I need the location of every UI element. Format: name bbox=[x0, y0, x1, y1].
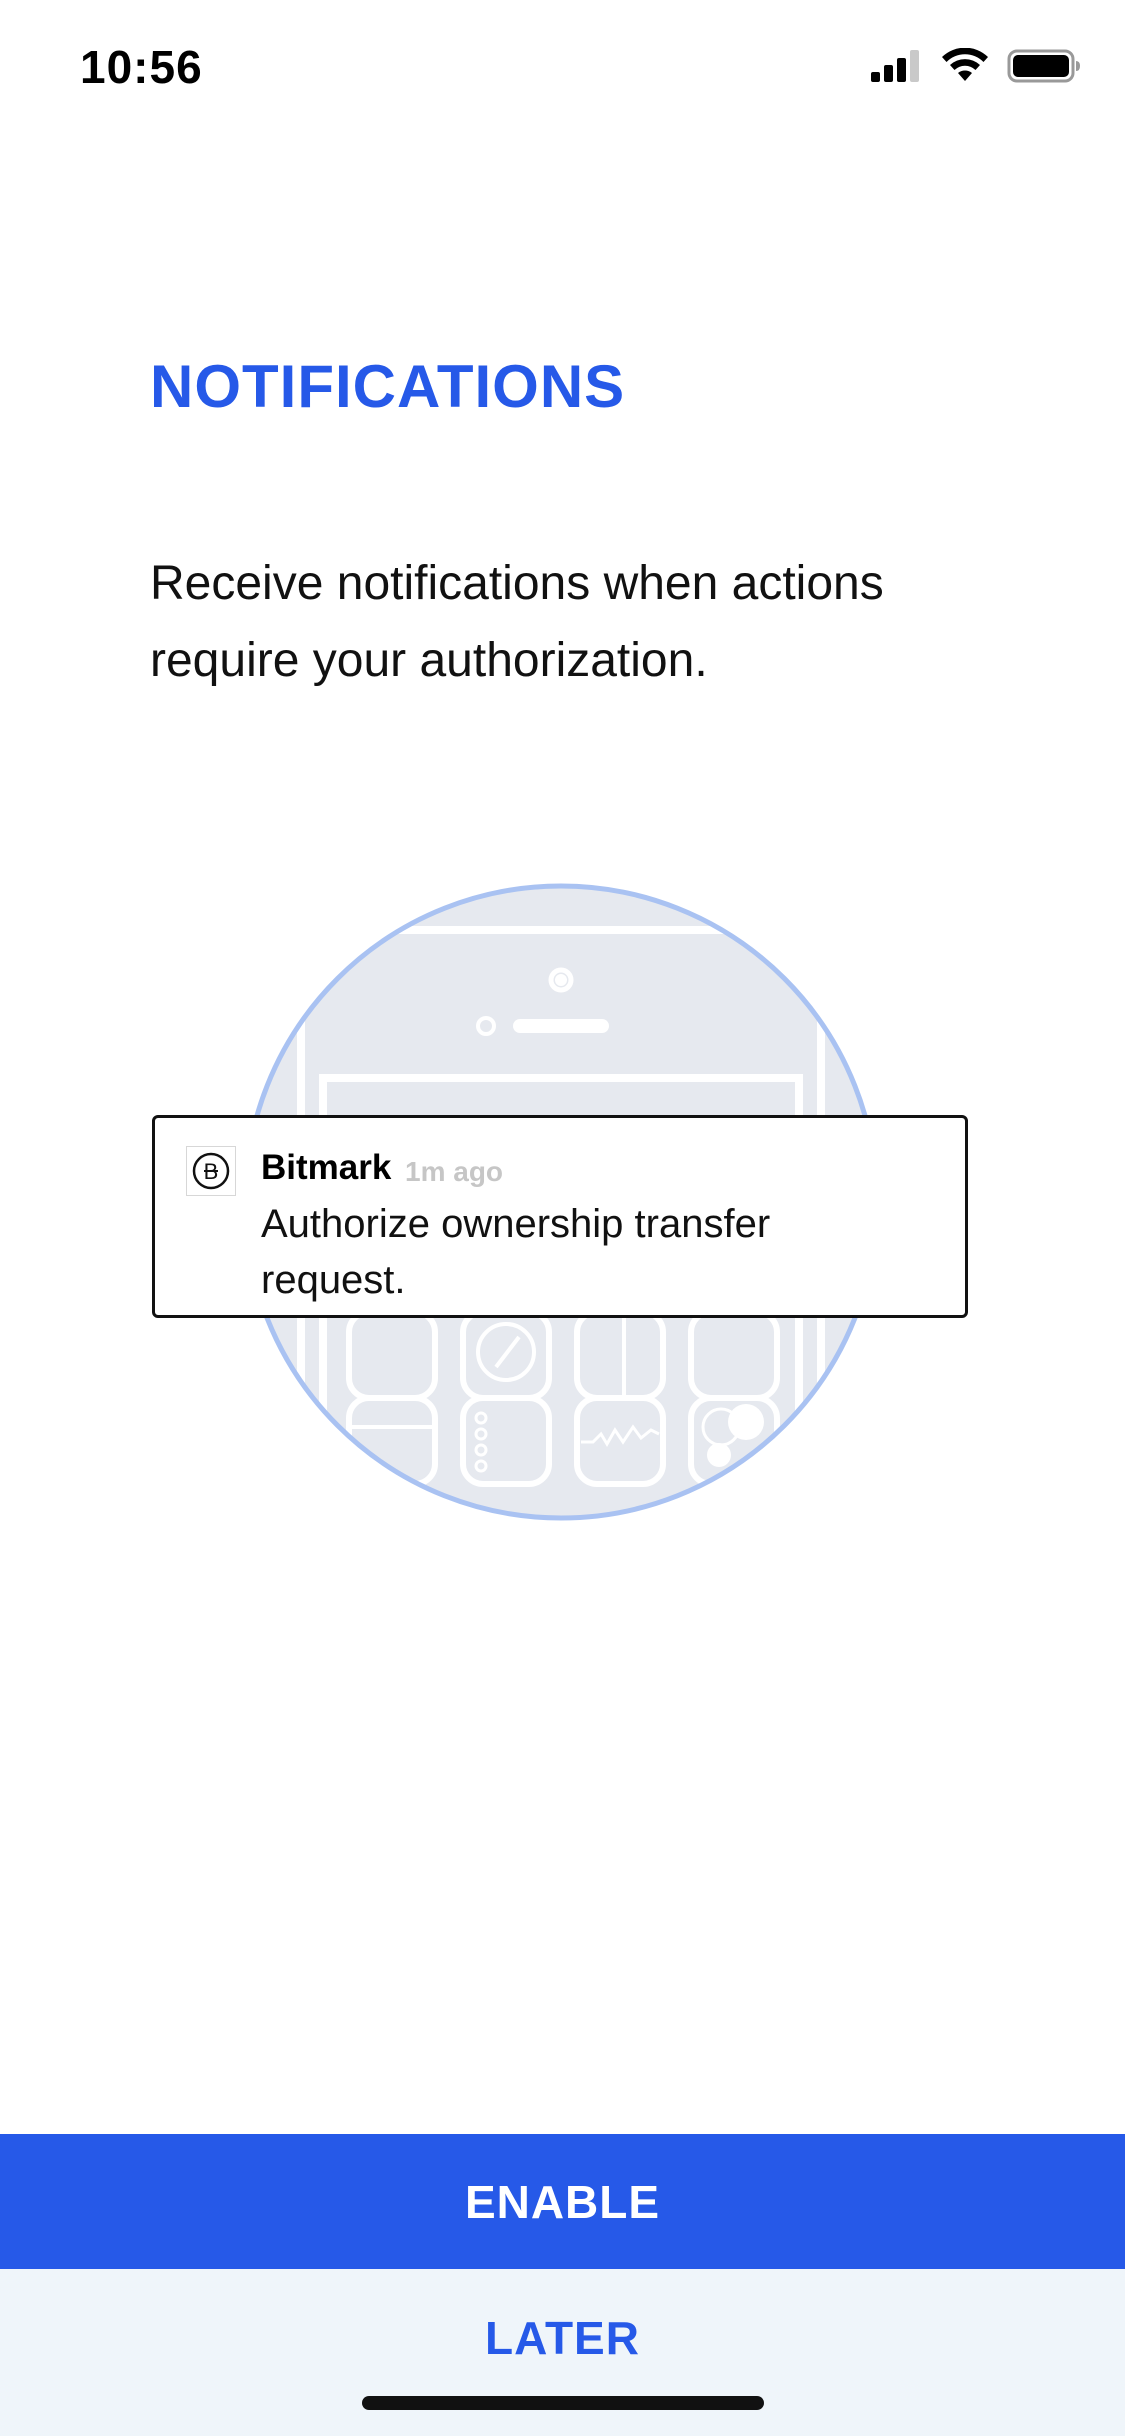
notification-card[interactable]: B Bitmark 1m ago Authorize ownership tra… bbox=[152, 1115, 968, 1318]
wifi-icon bbox=[941, 47, 989, 89]
signal-icon bbox=[869, 48, 923, 89]
status-icons bbox=[869, 47, 1081, 89]
page-description: Receive notifications when actions requi… bbox=[150, 557, 884, 687]
page-title: NOTIFICATIONS bbox=[150, 353, 626, 420]
notification-app-name: Bitmark bbox=[261, 1148, 392, 1187]
status-bar: 10:56 bbox=[0, 0, 1125, 132]
bitmark-logo-icon: B bbox=[186, 1146, 236, 1196]
home-indicator[interactable] bbox=[362, 2396, 764, 2410]
notification-message: Authorize ownership transfer request. bbox=[261, 1202, 771, 1302]
enable-button[interactable]: ENABLE bbox=[0, 2134, 1125, 2269]
notification-time: 1m ago bbox=[405, 1156, 504, 1187]
battery-icon bbox=[1007, 48, 1081, 89]
status-time: 10:56 bbox=[80, 41, 203, 93]
later-button[interactable]: LATER bbox=[0, 2269, 1125, 2436]
